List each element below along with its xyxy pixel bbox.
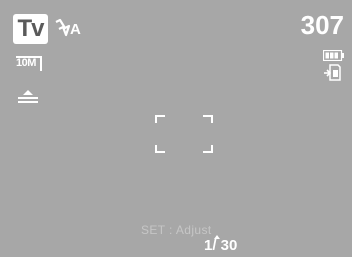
image-size-label: 10M <box>16 57 36 69</box>
shooting-mode-label: Tv <box>17 15 44 42</box>
image-size-icon: 10M <box>16 56 46 76</box>
flash-auto-icon: A <box>55 18 81 37</box>
camera-lcd-screen: Tv A 307 10M SET : Adjust 1/ 30 <box>0 0 352 257</box>
af-frame-corner-bottom-right <box>203 145 213 153</box>
battery-full-icon <box>323 50 344 61</box>
flash-mode-label: A <box>70 21 81 37</box>
shutter-speed-value[interactable]: 1/ 30 <box>204 238 237 253</box>
set-adjust-hint: SET : Adjust <box>141 223 212 237</box>
shots-remaining-count: 307 <box>300 10 344 40</box>
af-frame-corner-top-left <box>155 115 165 123</box>
image-quality-icon <box>18 90 38 103</box>
internal-memory-icon <box>324 64 341 81</box>
shooting-mode-badge: Tv <box>13 14 48 44</box>
af-frame-corner-bottom-left <box>155 145 165 153</box>
af-frame-corner-top-right <box>203 115 213 123</box>
